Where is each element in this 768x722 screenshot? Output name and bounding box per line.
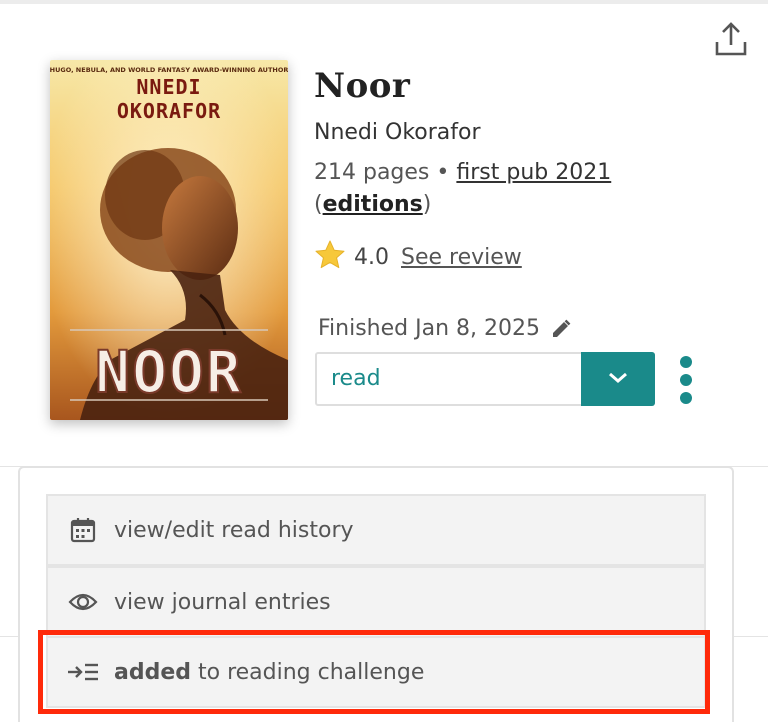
pencil-icon[interactable] bbox=[550, 318, 572, 340]
book-cover[interactable]: HUGO, NEBULA, AND WORLD FANTASY AWARD-WI… bbox=[50, 60, 288, 420]
finished-row: Finished Jan 8, 2025 bbox=[318, 316, 572, 341]
cover-tagline: HUGO, NEBULA, AND WORLD FANTASY AWARD-WI… bbox=[50, 66, 288, 74]
journal-entries-label: view journal entries bbox=[114, 589, 331, 615]
journal-entries-button[interactable]: view journal entries bbox=[46, 566, 706, 638]
star-icon bbox=[314, 239, 346, 275]
shelf-value: read bbox=[331, 366, 381, 391]
editions-open-paren: ( bbox=[314, 192, 323, 217]
book-author[interactable]: Nnedi Okorafor bbox=[314, 120, 481, 145]
reading-challenge-button[interactable]: added to reading challenge bbox=[46, 636, 706, 708]
share-icon[interactable] bbox=[710, 20, 752, 60]
shelf-dropdown-toggle[interactable] bbox=[581, 352, 655, 406]
top-divider bbox=[0, 0, 768, 4]
add-to-list-icon bbox=[66, 655, 100, 689]
first-pub-link[interactable]: first pub 2021 bbox=[456, 160, 611, 185]
eye-icon bbox=[66, 585, 100, 619]
cover-author-last: OKORAFOR bbox=[117, 99, 221, 123]
reading-challenge-text: to reading challenge bbox=[191, 659, 425, 685]
editions-row: (editions) bbox=[314, 192, 431, 217]
finished-date: Finished Jan 8, 2025 bbox=[318, 316, 540, 341]
author-link[interactable]: Nnedi Okorafor bbox=[314, 120, 481, 145]
book-meta: 214 pages • first pub 2021 bbox=[314, 160, 611, 185]
calendar-icon bbox=[66, 513, 100, 547]
read-history-label: view/edit read history bbox=[114, 517, 354, 543]
book-title: Noor bbox=[314, 66, 411, 106]
rating-row: 4.0 See review bbox=[314, 240, 522, 274]
cover-author-first: NNEDI bbox=[136, 75, 201, 99]
editions-link[interactable]: editions bbox=[323, 192, 423, 217]
rating-value: 4.0 bbox=[354, 244, 389, 270]
editions-close-paren: ) bbox=[422, 192, 432, 217]
cover-title: NOOR bbox=[95, 338, 243, 406]
meta-separator: • bbox=[436, 160, 450, 185]
read-history-button[interactable]: view/edit read history bbox=[46, 494, 706, 566]
chevron-down-icon bbox=[607, 370, 629, 389]
shelf-dropdown[interactable]: read bbox=[315, 352, 655, 406]
reading-challenge-status: added bbox=[114, 659, 192, 685]
more-options-icon[interactable] bbox=[674, 352, 698, 408]
see-review-link[interactable]: See review bbox=[401, 245, 522, 270]
page-count: 214 pages bbox=[314, 160, 430, 185]
reading-challenge-label: added to reading challenge bbox=[114, 660, 424, 685]
